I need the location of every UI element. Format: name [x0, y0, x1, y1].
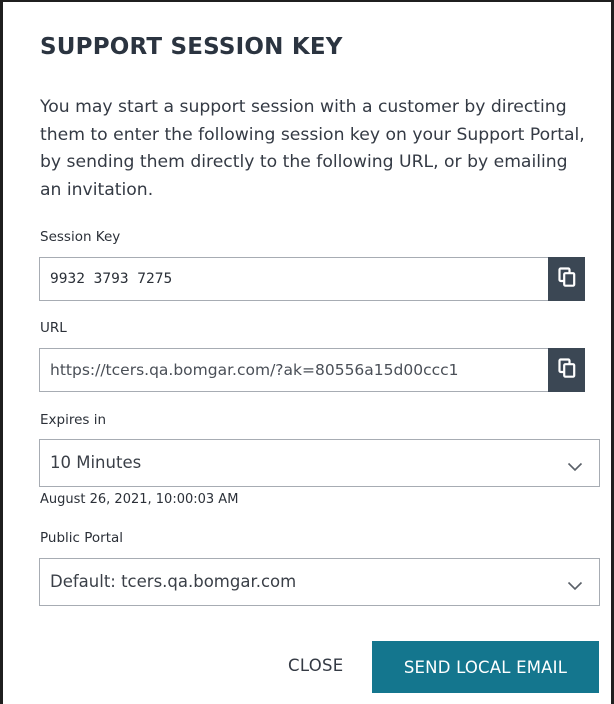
session-key-field — [39, 257, 585, 301]
dialog-description: You may start a support session with a c… — [40, 97, 585, 200]
public-portal-label: Public Portal — [40, 530, 124, 546]
expires-selected-value: 10 Minutes — [50, 453, 142, 472]
dialog-title: SUPPORT SESSION KEY — [40, 34, 343, 60]
close-button[interactable]: CLOSE — [288, 656, 344, 675]
session-key-input[interactable] — [40, 258, 548, 300]
url-label: URL — [40, 320, 67, 336]
copy-session-key-button[interactable] — [548, 257, 585, 301]
chevron-down-icon — [567, 576, 583, 595]
public-portal-select[interactable]: Default: tcers.qa.bomgar.com — [39, 558, 600, 606]
send-local-email-button[interactable]: SEND LOCAL EMAIL — [372, 641, 599, 693]
expires-select[interactable]: 10 Minutes — [39, 439, 600, 487]
expires-date-text: August 26, 2021, 10:00:03 AM — [40, 492, 239, 507]
url-input[interactable] — [40, 349, 548, 391]
public-portal-selected-value: Default: tcers.qa.bomgar.com — [50, 572, 297, 591]
url-field — [39, 348, 585, 392]
copy-icon — [557, 266, 576, 292]
chevron-down-icon — [567, 457, 583, 476]
session-key-label: Session Key — [40, 229, 121, 245]
copy-icon — [557, 357, 576, 383]
copy-url-button[interactable] — [548, 348, 585, 392]
expires-label: Expires in — [40, 412, 107, 428]
support-session-dialog: SUPPORT SESSION KEY You may start a supp… — [0, 0, 614, 704]
